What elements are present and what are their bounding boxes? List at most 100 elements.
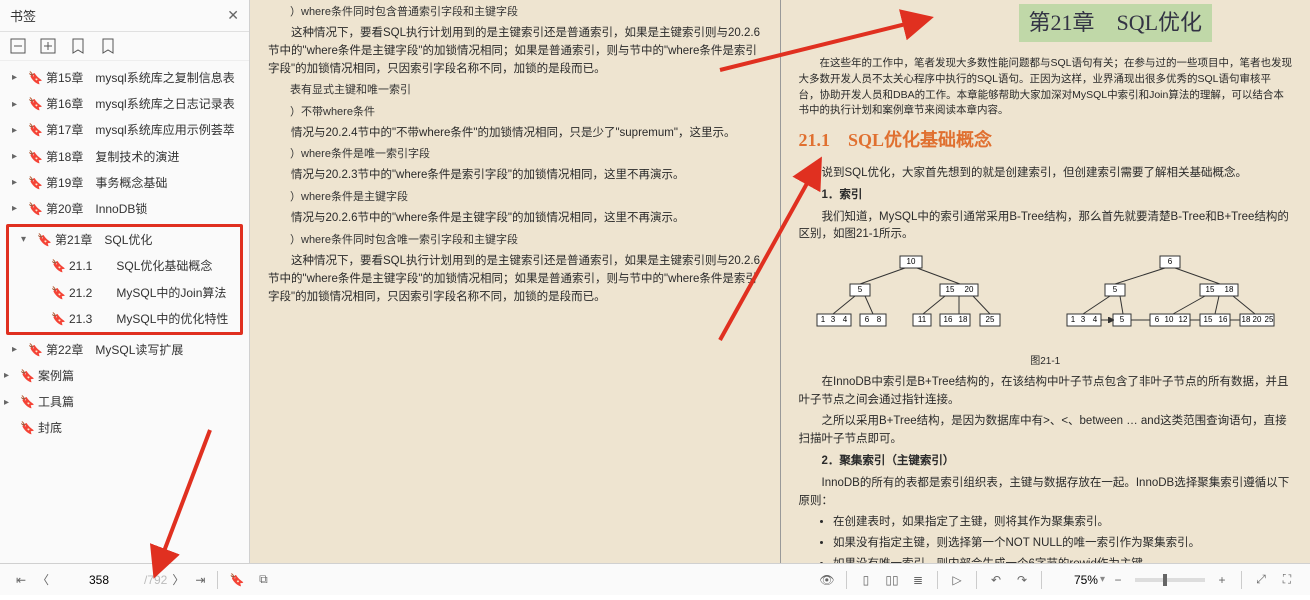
bookmark-icon: 🔖 <box>20 420 32 436</box>
single-page-icon[interactable]: ▯ <box>855 569 877 591</box>
prev-page-icon[interactable]: 〈 <box>32 569 54 591</box>
last-page-icon[interactable]: ⇥ <box>189 569 211 591</box>
separator <box>976 571 977 589</box>
bookmark-node[interactable]: 🔖封底 <box>0 415 249 441</box>
bookmark-node[interactable]: ▸🔖第19章 事务概念基础 <box>0 170 249 196</box>
bookmark-toggle-icon[interactable]: 🔖 <box>226 569 248 591</box>
svg-text:5: 5 <box>858 285 863 294</box>
chevron-down-icon[interactable]: ▾ <box>1100 574 1105 585</box>
svg-text:15: 15 <box>1206 285 1215 294</box>
body-text: ）where条件是主键字段 <box>268 189 762 206</box>
bookmark-sub[interactable]: 🔖21.1 SQL优化基础概念 <box>47 253 240 279</box>
svg-text:6: 6 <box>1168 257 1173 266</box>
list-item: 如果没有唯一索引，则内部会生成一个6字节的rowid作为主键。 <box>833 556 1292 563</box>
expand-icon[interactable] <box>10 38 26 54</box>
bookmark-node-open[interactable]: ▾🔖第21章 SQL优化 <box>9 227 240 253</box>
body-text: ）where条件是唯一索引字段 <box>268 146 762 163</box>
svg-text:1: 1 <box>1071 315 1076 324</box>
page-input[interactable] <box>54 573 144 587</box>
collapse-icon[interactable] <box>40 38 56 54</box>
bookmark-icon: 🔖 <box>28 122 40 138</box>
bplustree-diagram: 6 5 1518 134 5 61012 1516 182025 <box>1065 254 1275 344</box>
bookmark-sub[interactable]: 🔖21.3 MySQL中的优化特性 <box>47 306 240 332</box>
svg-text:5: 5 <box>1120 315 1125 324</box>
body-text: ）where条件同时包含普通索引字段和主键字段 <box>268 4 762 21</box>
bookmark-node[interactable]: ▸🔖第16章 mysql系统库之日志记录表 <box>0 91 249 117</box>
footer-toolbar: ⇤ 〈 /792 〉 ⇥ 🔖 ⧉ 👁 ▯ ▯▯ ≣ ▷ ↶ ↷ ▾ − + ⤢ … <box>0 563 1310 595</box>
bookmark-node[interactable]: ▸🔖工具篇 <box>0 389 249 415</box>
page-total: /792 <box>144 573 167 587</box>
rotate-right-icon[interactable]: ↷ <box>1011 569 1033 591</box>
next-page-icon[interactable]: 〉 <box>167 569 189 591</box>
list-item: 如果没有指定主键，则选择第一个NOT NULL的唯一索引作为聚集索引。 <box>833 535 1292 553</box>
bookmark-icon[interactable] <box>100 38 116 54</box>
svg-text:10: 10 <box>1165 315 1174 324</box>
svg-text:5: 5 <box>1113 285 1118 294</box>
bookmark-add-icon[interactable] <box>70 38 86 54</box>
separator <box>217 571 218 589</box>
svg-text:20: 20 <box>1253 315 1262 324</box>
bookmark-icon: 🔖 <box>20 368 32 384</box>
bookmark-node[interactable]: ▸🔖案例篇 <box>0 363 249 389</box>
bookmark-icon: 🔖 <box>37 232 49 248</box>
figure-caption: 图21-1 <box>799 354 1293 370</box>
svg-text:10: 10 <box>907 257 916 266</box>
zoom-input[interactable] <box>1048 573 1098 587</box>
body-text: 情况与20.2.4节中的"不带where条件"的加锁情况相同，只是少了"supr… <box>268 125 762 143</box>
separator <box>937 571 938 589</box>
two-page-icon[interactable]: ▯▯ <box>881 569 903 591</box>
body-text: 2．聚集索引（主键索引） <box>799 453 1293 471</box>
body-text: 1．索引 <box>799 187 1293 205</box>
body-text: 之所以采用B+Tree结构，是因为数据库中有>、<、between … and这… <box>799 413 1293 449</box>
attach-icon[interactable]: ⧉ <box>252 569 274 591</box>
bookmark-icon: 🔖 <box>51 285 63 301</box>
body-text: ）where条件同时包含唯一索引字段和主键字段 <box>268 232 762 249</box>
bookmark-icon: 🔖 <box>28 342 40 358</box>
fullscreen-icon[interactable]: ⛶ <box>1276 569 1298 591</box>
rotate-left-icon[interactable]: ↶ <box>985 569 1007 591</box>
svg-text:6: 6 <box>865 315 870 324</box>
bookmark-sub[interactable]: 🔖21.2 MySQL中的Join算法 <box>47 280 240 306</box>
fit-width-icon[interactable]: ⤢ <box>1250 569 1272 591</box>
svg-text:4: 4 <box>1093 315 1098 324</box>
bookmark-node[interactable]: ▸🔖第15章 mysql系统库之复制信息表 <box>0 65 249 91</box>
bookmark-node[interactable]: ▸🔖第18章 复制技术的演进 <box>0 144 249 170</box>
zoom-in-icon[interactable]: + <box>1211 569 1233 591</box>
bookmark-node[interactable]: ▸🔖第17章 mysql系统库应用示例荟萃 <box>0 117 249 143</box>
svg-text:20: 20 <box>965 285 974 294</box>
svg-text:18: 18 <box>1225 285 1234 294</box>
svg-text:16: 16 <box>1219 315 1228 324</box>
svg-text:3: 3 <box>831 315 836 324</box>
body-text: 表有显式主键和唯一索引 <box>268 82 762 99</box>
chapter-intro: 在这些年的工作中，笔者发现大多数性能问题都与SQL语句有关；在参与过的一些项目中… <box>799 56 1293 119</box>
body-text: InnoDB的所有的表都是索引组织表，主键与数据存放在一起。InnoDB选择聚集… <box>799 475 1293 511</box>
play-icon[interactable]: ▷ <box>946 569 968 591</box>
svg-text:6: 6 <box>1155 315 1160 324</box>
chapter-heading: 第21章 SQL优化 <box>1019 4 1213 42</box>
first-page-icon[interactable]: ⇤ <box>10 569 32 591</box>
body-text: ）不带where条件 <box>268 104 762 121</box>
zoom-slider[interactable] <box>1135 578 1205 582</box>
bookmark-node[interactable]: ▸🔖第22章 MySQL读写扩展 <box>0 337 249 363</box>
svg-text:16: 16 <box>944 315 953 324</box>
body-text: 说到SQL优化，大家首先想到的就是创建索引，但创建索引需要了解相关基础概念。 <box>799 165 1293 183</box>
body-text: 在InnoDB中索引是B+Tree结构的，在该结构中叶子节点包含了非叶子节点的所… <box>799 374 1293 410</box>
svg-text:25: 25 <box>986 315 995 324</box>
bookmark-node[interactable]: ▸🔖第20章 InnoDB锁 <box>0 196 249 222</box>
body-text: 这种情况下，要看SQL执行计划用到的是主键索引还是普通索引，如果是主键索引则与2… <box>268 25 762 78</box>
bookmark-icon: 🔖 <box>28 96 40 112</box>
svg-text:3: 3 <box>1081 315 1086 324</box>
document-view[interactable]: ）where条件同时包含普通索引字段和主键字段 这种情况下，要看SQL执行计划用… <box>250 0 1310 563</box>
bookmark-icon: 🔖 <box>51 311 63 327</box>
close-icon[interactable]: ✕ <box>227 7 239 24</box>
eye-icon[interactable]: 👁 <box>816 569 838 591</box>
sidebar-title-bar: 书签 ✕ <box>0 0 249 32</box>
svg-text:25: 25 <box>1265 315 1274 324</box>
btree-diagram: 10 5 1520 134 68 11 1618 25 <box>815 254 1005 344</box>
zoom-out-icon[interactable]: − <box>1107 569 1129 591</box>
bookmark-icon: 🔖 <box>28 175 40 191</box>
body-text: 这种情况下，要看SQL执行计划用到的是主键索引还是普通索引，如果是主键索引则与2… <box>268 253 762 306</box>
continuous-icon[interactable]: ≣ <box>907 569 929 591</box>
bookmark-icon: 🔖 <box>20 394 32 410</box>
svg-text:4: 4 <box>843 315 848 324</box>
